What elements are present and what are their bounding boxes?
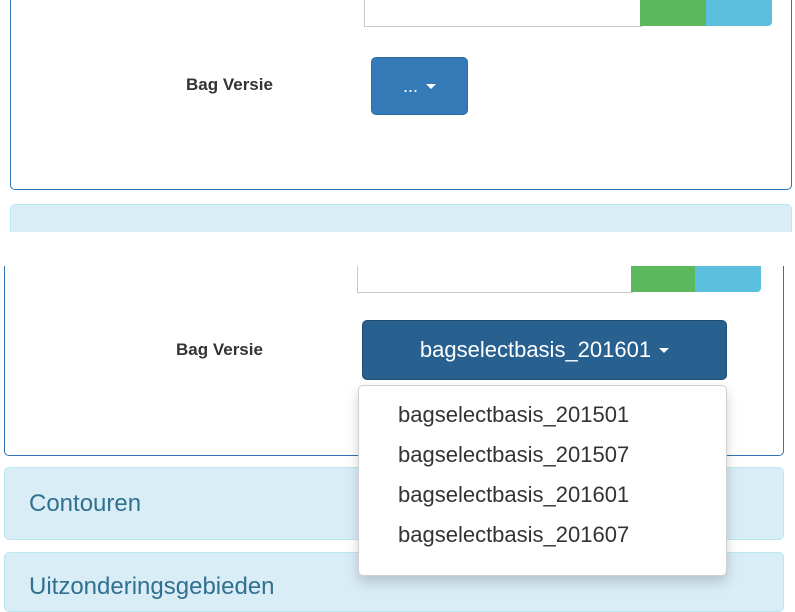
bottom-bag-versie-label: Bag Versie bbox=[176, 340, 263, 359]
selected-bag-versie: bagselectbasis_201601 bbox=[419, 337, 652, 362]
top-text-input[interactable] bbox=[364, 0, 642, 27]
bottom-cyan-button[interactable] bbox=[695, 266, 761, 292]
snippet-divider bbox=[0, 232, 795, 266]
caret-down-icon bbox=[659, 347, 670, 353]
dropdown-option[interactable]: bagselectbasis_201501 bbox=[398, 400, 726, 430]
top-bag-versie-dropdown-button[interactable]: ... bbox=[371, 57, 468, 115]
top-green-button[interactable] bbox=[640, 0, 706, 26]
dropdown-option[interactable]: bagselectbasis_201601 bbox=[398, 480, 726, 510]
top-button-label: ... bbox=[402, 75, 418, 96]
bottom-text-input[interactable] bbox=[357, 266, 633, 293]
bottom-bag-versie-dropdown-button[interactable]: bagselectbasis_201601 bbox=[362, 320, 727, 380]
top-bag-versie-label: Bag Versie bbox=[186, 75, 273, 94]
dropdown-option[interactable]: bagselectbasis_201607 bbox=[398, 520, 726, 550]
bottom-green-button[interactable] bbox=[631, 266, 695, 292]
top-cyan-button[interactable] bbox=[706, 0, 772, 26]
accordion-contouren-title: Contouren bbox=[29, 490, 142, 517]
bag-versie-dropdown-menu: bagselectbasis_201501 bagselectbasis_201… bbox=[358, 385, 727, 576]
dropdown-option[interactable]: bagselectbasis_201507 bbox=[398, 440, 726, 470]
accordion-uitzonderingsgebieden-title: Uitzonderingsgebieden bbox=[29, 573, 275, 600]
caret-down-icon bbox=[426, 83, 436, 89]
